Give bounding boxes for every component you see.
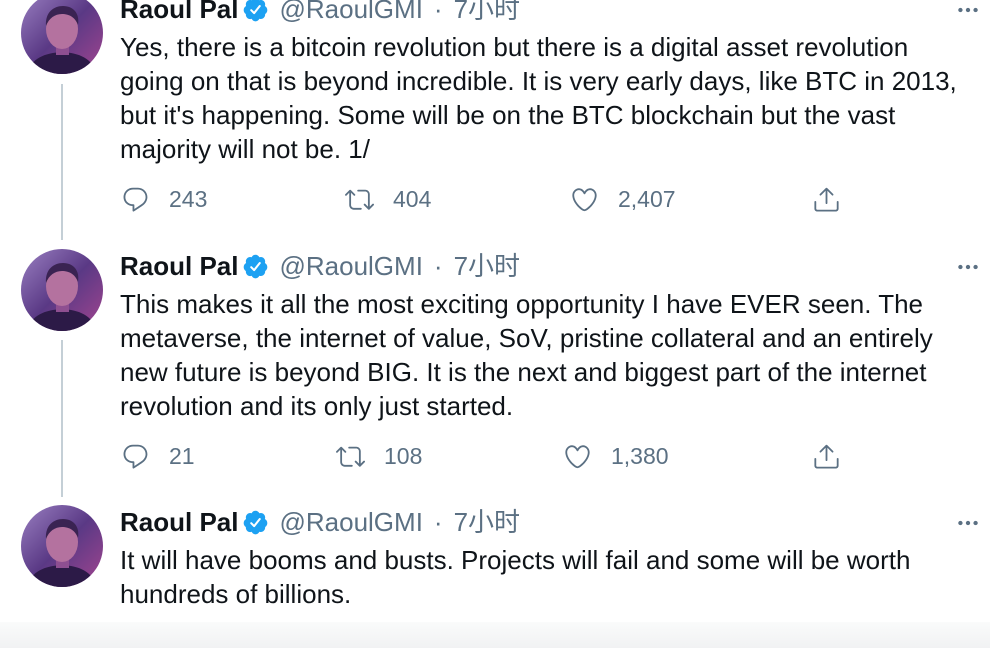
retweet-button[interactable]: 108 [336, 439, 422, 473]
author-name[interactable]: Raoul Pal [120, 0, 238, 26]
share-icon[interactable] [812, 185, 841, 214]
tweet-text-line: This makes it all the most exciting oppo… [120, 289, 924, 319]
like-count: 2,407 [618, 185, 676, 212]
avatar[interactable] [21, 505, 103, 587]
reply-button[interactable]: 21 [121, 439, 195, 473]
reply-icon[interactable] [121, 442, 150, 471]
reply-count: 21 [169, 442, 195, 469]
tweet-text: Yes, there is a bitcoin revolution but t… [120, 30, 957, 166]
tweet-text-line: hundreds of billions. [120, 579, 352, 609]
tweet-text-line: metaverse, the internet of value, SoV, p… [120, 323, 933, 353]
retweet-count: 108 [384, 442, 423, 469]
more-icon[interactable] [955, 254, 981, 280]
tweet-text: It will have booms and busts. Projects w… [120, 543, 910, 611]
tweet-text-line: revolution and its only just started. [120, 391, 514, 421]
share-icon[interactable] [812, 442, 841, 471]
author-handle[interactable]: @RaoulGMI [279, 249, 422, 283]
action-bar: 243 404 2,407 [0, 182, 990, 216]
like-icon[interactable] [563, 442, 592, 471]
retweet-icon[interactable] [345, 185, 374, 214]
retweet-count: 404 [393, 185, 432, 212]
tweet[interactable]: Raoul Pal @RaoulGMI · 7小时 This makes it … [0, 249, 990, 505]
author-handle[interactable]: @RaoulGMI [279, 0, 422, 26]
author-handle[interactable]: @RaoulGMI [279, 505, 422, 539]
tweet-text-line: but it's happening. Some will be on the … [120, 100, 896, 130]
tweet-text-line: going on that is beyond incredible. It i… [120, 66, 957, 96]
reply-icon[interactable] [121, 185, 150, 214]
action-bar: 21 108 1,380 [0, 439, 990, 473]
like-button[interactable]: 1,380 [563, 439, 669, 473]
avatar-photo[interactable] [21, 0, 103, 74]
timestamp[interactable]: 7小时 [454, 0, 520, 26]
tweet-text-line: Yes, there is a bitcoin revolution but t… [120, 32, 909, 62]
verified-badge-icon [244, 0, 268, 21]
separator-dot: · [433, 0, 443, 24]
tweet-header: Raoul Pal @RaoulGMI · 7小时 [120, 249, 520, 283]
author-name[interactable]: Raoul Pal [120, 249, 238, 283]
timestamp[interactable]: 7小时 [454, 505, 520, 539]
tweet-text: This makes it all the most exciting oppo… [120, 287, 933, 423]
tweet-text-line: new future is beyond BIG. It is the next… [120, 357, 927, 387]
share-button[interactable] [812, 439, 841, 473]
separator-dot: · [433, 251, 443, 281]
like-icon[interactable] [570, 185, 599, 214]
avatar-photo[interactable] [21, 249, 103, 331]
like-count: 1,380 [611, 442, 669, 469]
reply-count: 243 [169, 185, 208, 212]
more-icon[interactable] [955, 0, 981, 23]
reply-button[interactable]: 243 [121, 182, 207, 216]
timestamp[interactable]: 7小时 [454, 249, 520, 283]
bottom-divider [0, 622, 990, 648]
tweet-text-line: majority will not be. 1/ [120, 134, 370, 164]
retweet-button[interactable]: 404 [345, 182, 431, 216]
more-icon[interactable] [955, 510, 981, 536]
tweet[interactable]: Raoul Pal @RaoulGMI · 7小时 Yes, there is … [0, 0, 990, 249]
retweet-icon[interactable] [336, 442, 365, 471]
tweet-text-line: It will have booms and busts. Projects w… [120, 545, 911, 575]
avatar-photo[interactable] [21, 505, 103, 587]
separator-dot: · [433, 507, 443, 537]
tweet-header: Raoul Pal @RaoulGMI · 7小时 [120, 0, 520, 26]
tweet[interactable]: Raoul Pal @RaoulGMI · 7小时 It will have b… [0, 505, 990, 622]
verified-badge-icon [244, 510, 268, 534]
author-name[interactable]: Raoul Pal [120, 505, 238, 539]
avatar[interactable] [21, 249, 103, 331]
avatar[interactable] [21, 0, 103, 74]
verified-badge-icon [244, 254, 268, 278]
tweet-header: Raoul Pal @RaoulGMI · 7小时 [120, 505, 520, 539]
like-button[interactable]: 2,407 [570, 182, 676, 216]
share-button[interactable] [812, 182, 841, 216]
